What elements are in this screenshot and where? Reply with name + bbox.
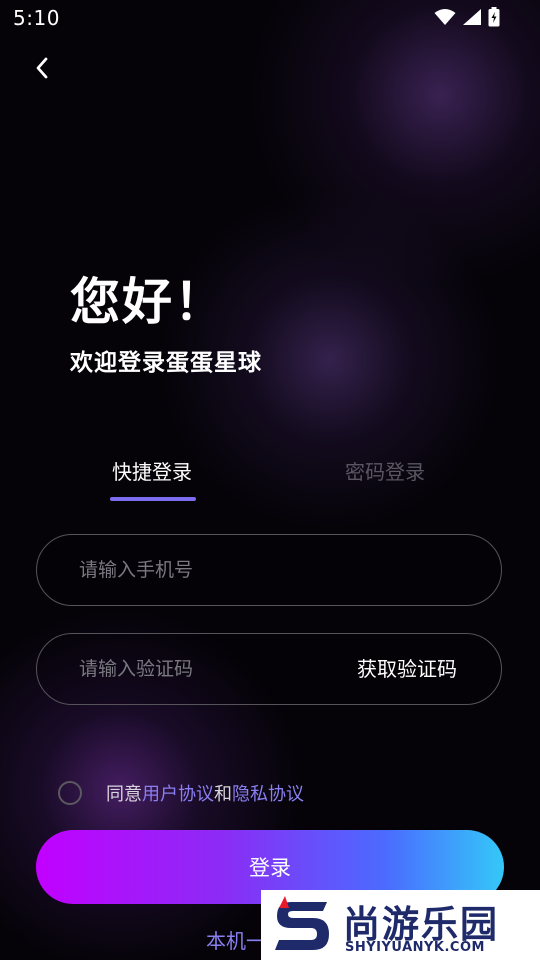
agreement-checkbox[interactable] — [58, 781, 82, 805]
one-click-login-link[interactable]: 本机一 — [206, 925, 266, 954]
agreement-text: 同意用户协议和隐私协议 — [106, 780, 304, 806]
chevron-left-icon — [36, 57, 48, 79]
agreement-row: 同意用户协议和隐私协议 — [58, 780, 304, 806]
code-field: 获取验证码 — [36, 633, 502, 705]
wifi-icon — [434, 9, 456, 25]
watermark-url: SHYIYUANYK.COM — [345, 940, 485, 955]
status-icons — [434, 7, 500, 27]
phone-input[interactable] — [79, 535, 329, 605]
agreement-conjunction: 和 — [214, 784, 232, 805]
watermark-banner: 尚游乐园 SHYIYUANYK.COM — [261, 890, 540, 960]
signal-icon — [463, 9, 481, 25]
phone-field — [36, 534, 502, 606]
tab-quick-login[interactable]: 快捷登录 — [112, 456, 192, 485]
verification-code-input[interactable] — [79, 634, 329, 704]
greeting-title: 您好！ — [70, 273, 226, 331]
tab-password-login[interactable]: 密码登录 — [345, 456, 425, 485]
active-tab-indicator — [110, 497, 196, 501]
welcome-subtitle: 欢迎登录蛋蛋星球 — [70, 350, 262, 376]
login-button-label: 登录 — [249, 856, 291, 880]
watermark-logo-icon — [275, 896, 329, 950]
background-glow — [0, 0, 540, 960]
battery-charging-icon — [488, 7, 500, 27]
privacy-agreement-link[interactable]: 隐私协议 — [232, 784, 304, 805]
status-time: 5:10 — [13, 6, 60, 30]
back-button[interactable] — [26, 52, 58, 84]
user-agreement-link[interactable]: 用户协议 — [142, 784, 214, 805]
get-code-button[interactable]: 获取验证码 — [357, 634, 457, 704]
status-bar: 5:10 — [0, 0, 540, 36]
agreement-prefix: 同意 — [106, 784, 142, 805]
